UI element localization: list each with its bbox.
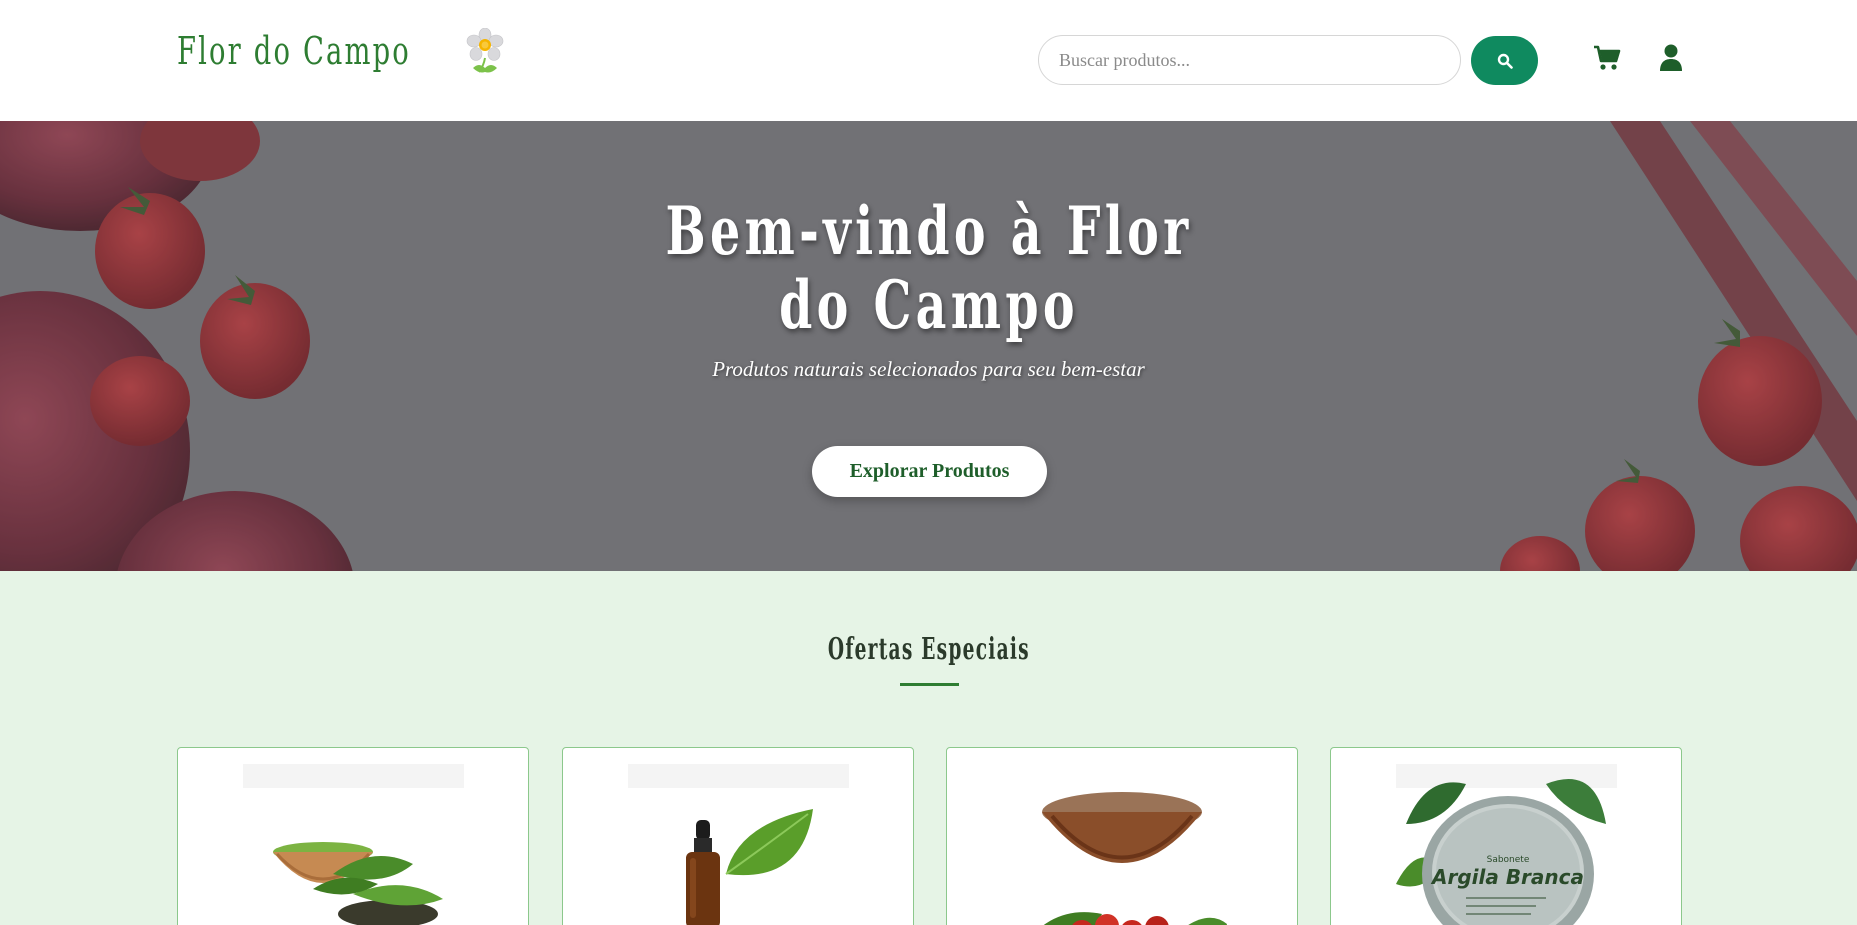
search-icon — [1497, 53, 1513, 69]
product-image-argila-soap: Sabonete Argila Branca — [1396, 764, 1617, 925]
product-card[interactable] — [946, 747, 1298, 925]
product-card[interactable] — [177, 747, 529, 925]
hero-subtitle: Produtos naturais selecionados para seu … — [712, 357, 1145, 381]
product-image-guarana — [1012, 764, 1233, 925]
product-card[interactable]: Sabonete Argila Branca — [1330, 747, 1682, 925]
search-button[interactable] — [1471, 36, 1538, 85]
logo-text: Flor do Campo — [177, 29, 411, 73]
user-icon[interactable] — [1659, 44, 1683, 72]
argila-label-text: Argila Branca — [1430, 865, 1584, 889]
daisy-flower-icon — [466, 28, 504, 73]
title-underline — [900, 683, 959, 686]
svg-text:Sabonete: Sabonete — [1487, 855, 1530, 865]
search-input[interactable] — [1038, 35, 1461, 85]
cart-icon[interactable] — [1593, 45, 1621, 71]
site-header: Flor do Campo — [0, 0, 1857, 121]
hero-title: Bem-vindo à Flor do Campo — [664, 192, 1193, 344]
hero-banner: Bem-vindo à Flor do Campo Produtos natur… — [0, 121, 1857, 571]
logo[interactable]: Flor do Campo — [177, 28, 505, 74]
product-image-matcha — [243, 764, 464, 925]
offers-section-title: Ofertas Especiais — [827, 632, 1030, 667]
explore-products-button[interactable]: Explorar Produtos — [812, 446, 1047, 497]
product-image-essential-oil — [628, 764, 849, 925]
product-card[interactable] — [562, 747, 914, 925]
hero-background-fruits — [0, 121, 1857, 571]
